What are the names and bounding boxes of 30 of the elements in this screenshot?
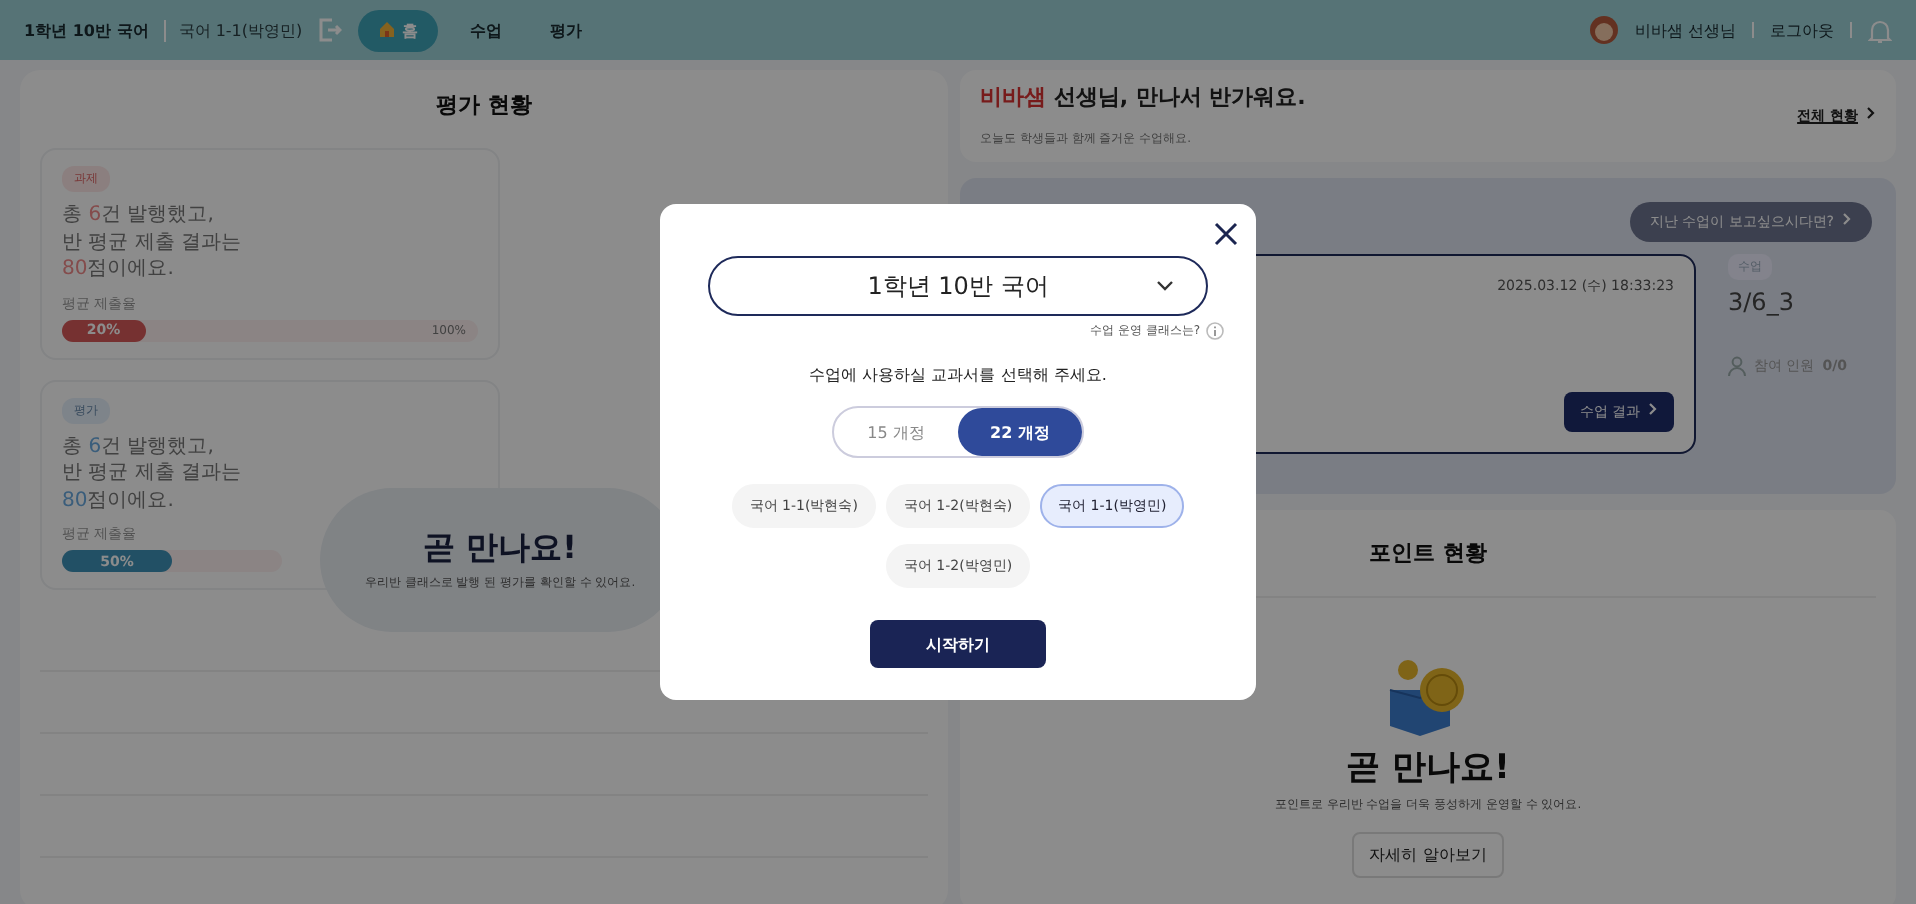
person-icon xyxy=(1728,356,1746,376)
textbook-name: 국어 1-1(박영민) xyxy=(164,19,303,41)
chevron-right-icon xyxy=(1648,402,1658,416)
chevron-down-icon xyxy=(1156,280,1174,292)
class-name: 1학년 10반 국어 xyxy=(24,19,149,41)
coming-soon-title: 곧 만나요! xyxy=(1346,746,1510,790)
lesson-code: 3/6_3 xyxy=(1728,288,1794,316)
house-icon xyxy=(378,19,397,37)
start-button[interactable]: 시작하기 xyxy=(870,620,1046,668)
chevron-right-icon xyxy=(1842,212,1852,226)
close-icon[interactable] xyxy=(1214,222,1238,246)
greeting-text: 비바샘 선생님, 만나서 반가워요. xyxy=(980,82,1306,112)
curriculum-option[interactable]: 22 개정 xyxy=(958,408,1082,456)
logout-link[interactable]: 로그아웃 xyxy=(1770,19,1834,41)
learn-more-button[interactable]: 자세히 알아보기 xyxy=(1351,832,1505,878)
chevron-right-icon xyxy=(1866,106,1876,120)
summary-text: 총 6건 발행했고, 반 평균 제출 결과는 80점이에요. xyxy=(62,202,242,283)
avatar-icon xyxy=(1590,16,1619,44)
exit-icon[interactable] xyxy=(318,18,343,42)
bell-icon[interactable] xyxy=(1868,17,1892,43)
class-dropdown[interactable]: 1학년 10반 국어 xyxy=(708,256,1208,316)
nav-tab[interactable]: 평가 xyxy=(534,11,599,49)
info-icon[interactable] xyxy=(1206,322,1224,340)
curriculum-option[interactable]: 15 개정 xyxy=(834,408,958,456)
user-name: 비바샘 선생님 xyxy=(1634,19,1736,41)
coming-soon-title: 곧 만나요! xyxy=(423,528,577,570)
nav-tab[interactable]: 수업 xyxy=(454,11,519,49)
prompt-text: 수업에 사용하실 교과서를 선택해 주세요. xyxy=(809,364,1107,386)
summary-text: 총 6건 발행했고, 반 평균 제출 결과는 80점이에요. xyxy=(62,433,242,514)
panel-title: 평가 현황 xyxy=(434,90,534,120)
